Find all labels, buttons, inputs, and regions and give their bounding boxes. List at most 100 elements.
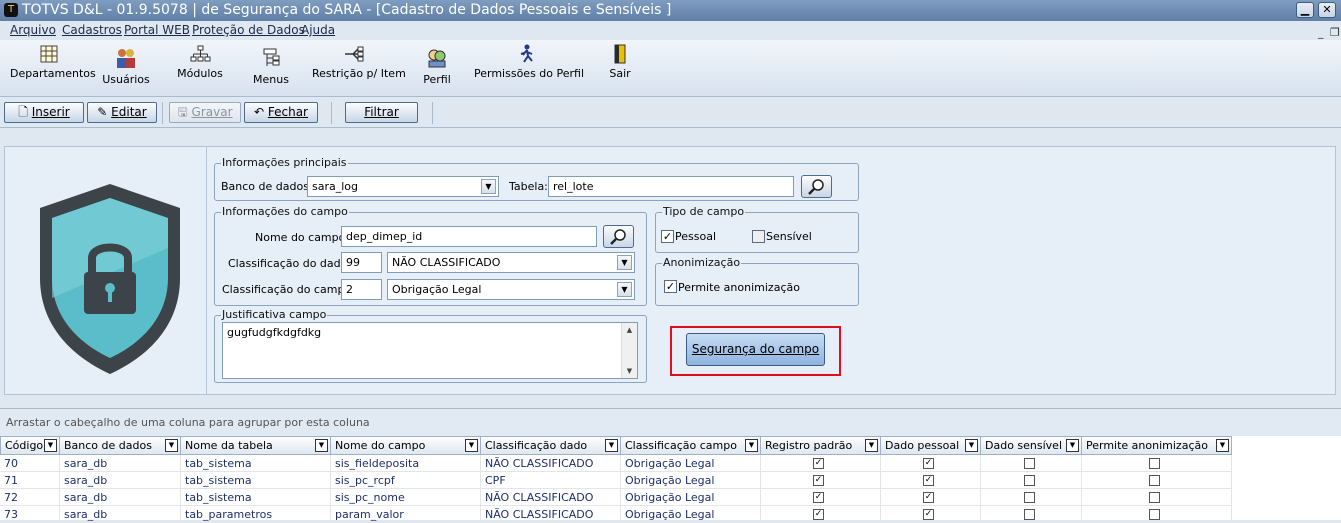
table-cell-checkbox[interactable]: ✓ bbox=[761, 506, 881, 523]
field-class-code-input[interactable]: 2 bbox=[341, 279, 382, 300]
column-header-col-tabela[interactable]: Nome da tabela ▼ bbox=[181, 436, 331, 455]
table-cell[interactable]: NÃO CLASSIFICADO bbox=[481, 489, 621, 506]
table-cell[interactable]: sara_db bbox=[60, 506, 181, 523]
filter-dropdown-icon[interactable]: ▼ bbox=[165, 439, 178, 452]
close-window-button[interactable]: ✕ bbox=[1318, 2, 1336, 18]
table-cell[interactable]: 73 bbox=[0, 506, 60, 523]
filter-dropdown-icon[interactable]: ▼ bbox=[315, 439, 328, 452]
data-class-code-input[interactable]: 99 bbox=[341, 252, 382, 273]
edit-button[interactable]: ✎ Editar bbox=[87, 102, 157, 123]
justification-textarea[interactable]: gugfudgfkdgfdkg ▲ ▼ bbox=[222, 322, 638, 379]
column-header-col-dado-sensivel[interactable]: Dado sensível ▼ bbox=[981, 436, 1082, 455]
menu-arquivo[interactable]: Arquivo bbox=[10, 21, 56, 40]
table-cell-checkbox[interactable]: ✓ bbox=[761, 472, 881, 489]
column-header-col-class-dado[interactable]: Classificação dado ▼ bbox=[481, 436, 621, 455]
filter-dropdown-icon[interactable]: ▼ bbox=[865, 439, 878, 452]
table-cell[interactable]: sis_pc_nome bbox=[331, 489, 481, 506]
ribbon-sair-button[interactable]: Sair bbox=[604, 44, 636, 80]
table-cell[interactable]: sara_db bbox=[60, 455, 181, 472]
ribbon-restricao-button[interactable]: Restrição p/ Item bbox=[312, 44, 406, 80]
table-cell[interactable]: sis_pc_rcpf bbox=[331, 472, 481, 489]
filter-button[interactable]: Filtrar bbox=[345, 102, 418, 123]
table-cell[interactable]: sis_fieldeposita bbox=[331, 455, 481, 472]
minimize-button[interactable]: ▁ bbox=[1296, 2, 1314, 18]
table-cell-checkbox[interactable] bbox=[981, 506, 1082, 523]
ribbon-usuarios-button[interactable]: Usuários bbox=[100, 46, 152, 86]
table-cell[interactable]: Obrigação Legal bbox=[621, 455, 761, 472]
table-field[interactable]: rel_lote bbox=[548, 176, 794, 197]
column-header-col-banco[interactable]: Banco de dados ▼ bbox=[60, 436, 181, 455]
ribbon-departamentos-button[interactable]: Departamentos bbox=[10, 44, 96, 80]
sensitive-checkbox[interactable] bbox=[752, 230, 765, 243]
menu-cadastros[interactable]: Cadastros bbox=[62, 21, 122, 40]
chevron-down-icon[interactable]: ▼ bbox=[617, 282, 632, 297]
table-cell-checkbox[interactable] bbox=[981, 472, 1082, 489]
table-cell-checkbox[interactable]: ✓ bbox=[761, 489, 881, 506]
close-button[interactable]: ↶ Fechar bbox=[244, 102, 318, 123]
ribbon-perfil-button[interactable]: Perfil bbox=[420, 46, 454, 86]
field-security-button[interactable]: Segurança do campo bbox=[686, 333, 825, 366]
table-cell-checkbox[interactable]: ✓ bbox=[881, 472, 981, 489]
table-cell-checkbox[interactable]: ✓ bbox=[881, 455, 981, 472]
table-cell-checkbox[interactable] bbox=[1082, 472, 1232, 489]
chevron-down-icon[interactable]: ▼ bbox=[617, 255, 632, 270]
filter-dropdown-icon[interactable]: ▼ bbox=[1066, 439, 1079, 452]
database-select[interactable]: sara_log ▼ bbox=[307, 176, 499, 197]
filter-dropdown-icon[interactable]: ▼ bbox=[745, 439, 758, 452]
field-search-button[interactable] bbox=[603, 225, 634, 248]
scroll-down-icon[interactable]: ▼ bbox=[622, 367, 637, 375]
filter-dropdown-icon[interactable]: ▼ bbox=[965, 439, 978, 452]
scroll-up-icon[interactable]: ▲ bbox=[622, 326, 637, 334]
insert-button[interactable]: 🗋 Inserir bbox=[4, 102, 84, 123]
ribbon-permissoes-button[interactable]: Permissões do Perfil bbox=[474, 44, 584, 80]
allow-anonymization-checkbox[interactable]: ✓ bbox=[664, 280, 677, 293]
table-cell-checkbox[interactable] bbox=[1082, 489, 1232, 506]
table-cell[interactable]: tab_parametros bbox=[181, 506, 331, 523]
memo-scrollbar[interactable]: ▲ ▼ bbox=[621, 323, 637, 378]
column-header-col-permite-anon[interactable]: Permite anonimização ▼ bbox=[1082, 436, 1232, 455]
table-cell[interactable]: tab_sistema bbox=[181, 455, 331, 472]
table-search-button[interactable] bbox=[801, 175, 832, 198]
menu-protecao-dados[interactable]: Proteção de Dados bbox=[192, 21, 305, 40]
field-name-input[interactable]: dep_dimep_id bbox=[341, 226, 597, 247]
menu-ajuda[interactable]: Ajuda bbox=[301, 21, 335, 40]
table-cell[interactable]: 71 bbox=[0, 472, 60, 489]
table-cell[interactable]: sara_db bbox=[60, 489, 181, 506]
table-cell[interactable]: tab_sistema bbox=[181, 472, 331, 489]
save-button[interactable]: 🖫 Gravar bbox=[169, 102, 241, 123]
table-cell-checkbox[interactable]: ✓ bbox=[881, 489, 981, 506]
filter-dropdown-icon[interactable]: ▼ bbox=[465, 439, 478, 452]
table-cell[interactable]: param_valor bbox=[331, 506, 481, 523]
table-cell[interactable]: Obrigação Legal bbox=[621, 472, 761, 489]
table-cell-checkbox[interactable]: ✓ bbox=[881, 506, 981, 523]
column-header-col-campo[interactable]: Nome do campo ▼ bbox=[331, 436, 481, 455]
ribbon-menus-button[interactable]: Menus bbox=[248, 46, 294, 86]
table-cell[interactable]: 70 bbox=[0, 455, 60, 472]
column-header-col-codigo[interactable]: Código ▼ bbox=[0, 436, 60, 455]
table-cell[interactable]: CPF bbox=[481, 472, 621, 489]
table-cell-checkbox[interactable]: ✓ bbox=[761, 455, 881, 472]
data-class-select[interactable]: NÃO CLASSIFICADO ▼ bbox=[387, 252, 635, 273]
table-cell[interactable]: sara_db bbox=[60, 472, 181, 489]
field-class-select[interactable]: Obrigação Legal ▼ bbox=[387, 279, 635, 300]
table-cell-checkbox[interactable] bbox=[981, 455, 1082, 472]
ribbon-modulos-button[interactable]: Módulos bbox=[174, 44, 226, 80]
column-header-col-class-campo[interactable]: Classificação campo ▼ bbox=[621, 436, 761, 455]
column-header-col-dado-pessoal[interactable]: Dado pessoal ▼ bbox=[881, 436, 981, 455]
table-cell-checkbox[interactable] bbox=[1082, 455, 1232, 472]
table-cell[interactable]: Obrigação Legal bbox=[621, 506, 761, 523]
table-cell[interactable]: 72 bbox=[0, 489, 60, 506]
chevron-down-icon[interactable]: ▼ bbox=[481, 179, 496, 194]
table-cell[interactable]: NÃO CLASSIFICADO bbox=[481, 506, 621, 523]
table-cell[interactable]: NÃO CLASSIFICADO bbox=[481, 455, 621, 472]
filter-dropdown-icon[interactable]: ▼ bbox=[1216, 439, 1229, 452]
table-cell-checkbox[interactable] bbox=[981, 489, 1082, 506]
table-cell[interactable]: tab_sistema bbox=[181, 489, 331, 506]
menu-portal-web[interactable]: Portal WEB bbox=[124, 21, 190, 40]
table-cell-checkbox[interactable] bbox=[1082, 506, 1232, 523]
table-cell[interactable]: Obrigação Legal bbox=[621, 489, 761, 506]
personal-checkbox[interactable]: ✓ bbox=[661, 230, 674, 243]
filter-dropdown-icon[interactable]: ▼ bbox=[605, 439, 618, 452]
column-header-col-registro-padrao[interactable]: Registro padrão ▼ bbox=[761, 436, 881, 455]
filter-dropdown-icon[interactable]: ▼ bbox=[44, 439, 57, 452]
